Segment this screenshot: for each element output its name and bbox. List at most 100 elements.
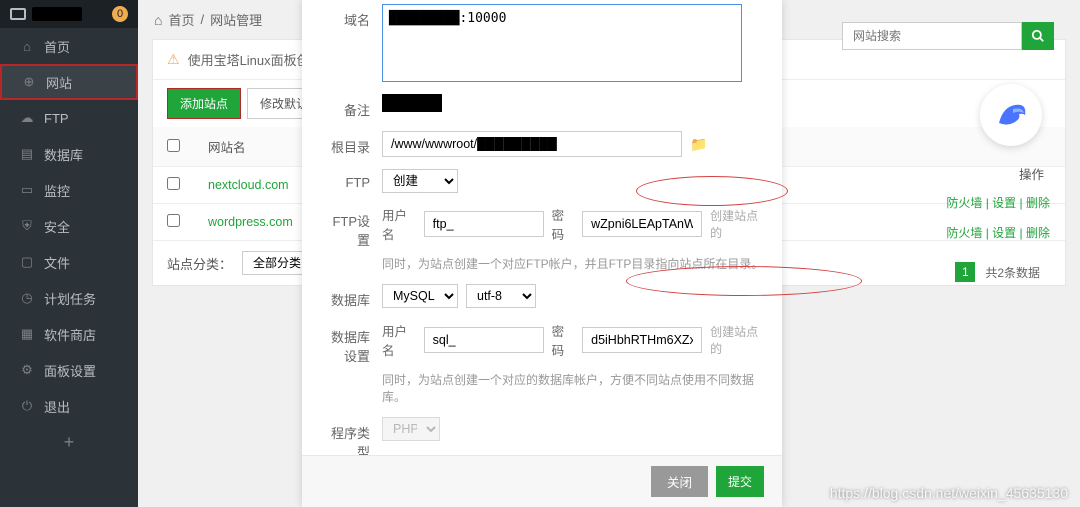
search-button[interactable] [1022, 22, 1054, 50]
select-all-checkbox[interactable] [167, 139, 180, 152]
db-enc-select[interactable]: utf-8 [466, 284, 536, 308]
user-label: 用户名 [382, 205, 416, 243]
search-input[interactable] [842, 22, 1022, 50]
sidebar-item-label: 网站 [46, 73, 72, 92]
search-icon [1031, 29, 1045, 43]
root-label: 根目录 [320, 131, 382, 156]
sidebar-item-files[interactable]: ▢ 文件 [0, 244, 138, 280]
sidebar-item-website[interactable]: ⊕ 网站 [0, 64, 138, 100]
breadcrumb-current: 网站管理 [210, 10, 262, 29]
sidebar-item-cron[interactable]: ◷ 计划任务 [0, 280, 138, 316]
sidebar-item-label: 文件 [44, 253, 70, 272]
watermark: https://blog.csdn.net/weixin_45635130 [830, 485, 1068, 501]
db-user-input[interactable] [424, 327, 544, 353]
page-number[interactable]: 1 [955, 262, 975, 282]
site-link[interactable]: nextcloud.com [208, 178, 289, 192]
side-hint: 创建站点的 [710, 207, 764, 241]
settings-action[interactable]: 设置 [992, 196, 1016, 210]
folder-icon[interactable]: 📁 [690, 136, 707, 153]
breadcrumb-home[interactable]: 首页 [168, 10, 194, 29]
settings-action[interactable]: 设置 [992, 226, 1016, 240]
warning-icon: ⚠ [167, 51, 180, 68]
home-icon: ⌂ [20, 39, 34, 53]
house-icon: ⌂ [154, 12, 162, 28]
prog-label: 程序类型 [320, 417, 382, 455]
submit-button[interactable]: 提交 [716, 466, 764, 497]
prog-select: PHP [382, 417, 440, 441]
sidebar: 0 ⌂ 首页 ⊕ 网站 ☁ FTP ▤ 数据库 ▭ 监控 ⛨ 安全 ▢ 文件 ◷ 计划任务 ▦软… [0, 0, 138, 507]
shield-icon: ⛨ [20, 219, 34, 233]
sidebar-item-label: 计划任务 [44, 289, 96, 308]
delete-action[interactable]: 删除 [1026, 196, 1050, 210]
sidebar-item-label: 数据库 [44, 145, 83, 164]
remark-mask [382, 94, 442, 112]
sidebar-item-label: FTP [44, 111, 69, 126]
notification-badge[interactable]: 0 [112, 6, 128, 22]
globe-icon: ⊕ [22, 75, 36, 89]
row-actions: 防火墙 | 设置 | 删除 [946, 224, 1050, 241]
sidebar-item-label: 面板设置 [44, 361, 96, 380]
page-total: 共2条数据 [985, 264, 1040, 281]
ftp-hint: 同时，为站点创建一个对应FTP帐户，并且FTP目录指向站点所在目录。 [382, 255, 763, 272]
pwd-label: 密码 [552, 205, 574, 243]
sidebar-item-security[interactable]: ⛨ 安全 [0, 208, 138, 244]
user-label: 用户名 [382, 321, 416, 359]
firewall-action[interactable]: 防火墙 [946, 226, 982, 240]
db-select[interactable]: MySQL [382, 284, 458, 308]
sidebar-item-home[interactable]: ⌂ 首页 [0, 28, 138, 64]
col-actions: 操作 [1019, 164, 1044, 183]
ftp-set-label: FTP设置 [320, 205, 382, 249]
sidebar-item-ftp[interactable]: ☁ FTP [0, 100, 138, 136]
bird-icon [991, 95, 1031, 135]
sidebar-item-label: 首页 [44, 37, 70, 56]
clock-icon: ◷ [20, 291, 34, 305]
topbar: 0 [0, 0, 138, 28]
site-link[interactable]: wordpress.com [208, 215, 293, 229]
sidebar-item-label: 软件商店 [44, 325, 96, 344]
side-hint: 创建站点的 [710, 323, 764, 357]
add-site-modal: 域名 █████████:10000 备注 根目录 📁 FTP 创建 FTP设置… [302, 0, 782, 507]
sidebar-item-monitor[interactable]: ▭ 监控 [0, 172, 138, 208]
cloud-icon: ☁ [20, 111, 34, 125]
db-hint: 同时，为站点创建一个对应的数据库帐户，方便不同站点使用不同数据库。 [382, 371, 764, 405]
ftp-label: FTP [320, 169, 382, 190]
pagination: 1 共2条数据 [941, 252, 1054, 292]
sidebar-item-panelset[interactable]: ⚙ 面板设置 [0, 352, 138, 388]
search-area [842, 22, 1054, 50]
ftp-pwd-input[interactable] [582, 211, 702, 237]
breadcrumb-sep: / [200, 12, 204, 27]
remark-label: 备注 [320, 94, 382, 119]
monitor-icon: ▭ [20, 183, 34, 197]
sidebar-item-database[interactable]: ▤ 数据库 [0, 136, 138, 172]
row-checkbox[interactable] [167, 177, 180, 190]
power-icon: ⏻ [20, 399, 34, 413]
pwd-label: 密码 [552, 321, 574, 359]
db-pwd-input[interactable] [582, 327, 702, 353]
domain-label: 域名 [320, 4, 382, 29]
close-button[interactable]: 关闭 [651, 466, 708, 497]
add-site-button[interactable]: 添加站点 [167, 88, 241, 119]
database-icon: ▤ [20, 147, 34, 161]
sidebar-item-label: 安全 [44, 217, 70, 236]
host-mask [32, 7, 82, 21]
row-checkbox[interactable] [167, 214, 180, 227]
thunder-bird-launcher[interactable] [980, 84, 1042, 146]
domain-textarea[interactable]: █████████:10000 [382, 4, 742, 82]
site-cat-label: 站点分类： [167, 254, 232, 273]
sidebar-item-label: 监控 [44, 181, 70, 200]
sidebar-item-label: 退出 [44, 397, 70, 416]
root-input[interactable] [382, 131, 682, 157]
sidebar-item-logout[interactable]: ⏻ 退出 [0, 388, 138, 424]
sidebar-item-software[interactable]: ▦软件商店 [0, 316, 138, 352]
firewall-action[interactable]: 防火墙 [946, 196, 982, 210]
db-label: 数据库 [320, 284, 382, 309]
delete-action[interactable]: 删除 [1026, 226, 1050, 240]
folder-icon: ▢ [20, 255, 34, 269]
gear-icon: ⚙ [20, 363, 34, 377]
monitor-icon [10, 8, 26, 20]
row-actions: 防火墙 | 设置 | 删除 [946, 194, 1050, 211]
modal-footer: 关闭 提交 [302, 455, 782, 507]
ftp-user-input[interactable] [424, 211, 544, 237]
sidebar-add[interactable]: + [0, 424, 138, 460]
ftp-select[interactable]: 创建 [382, 169, 458, 193]
